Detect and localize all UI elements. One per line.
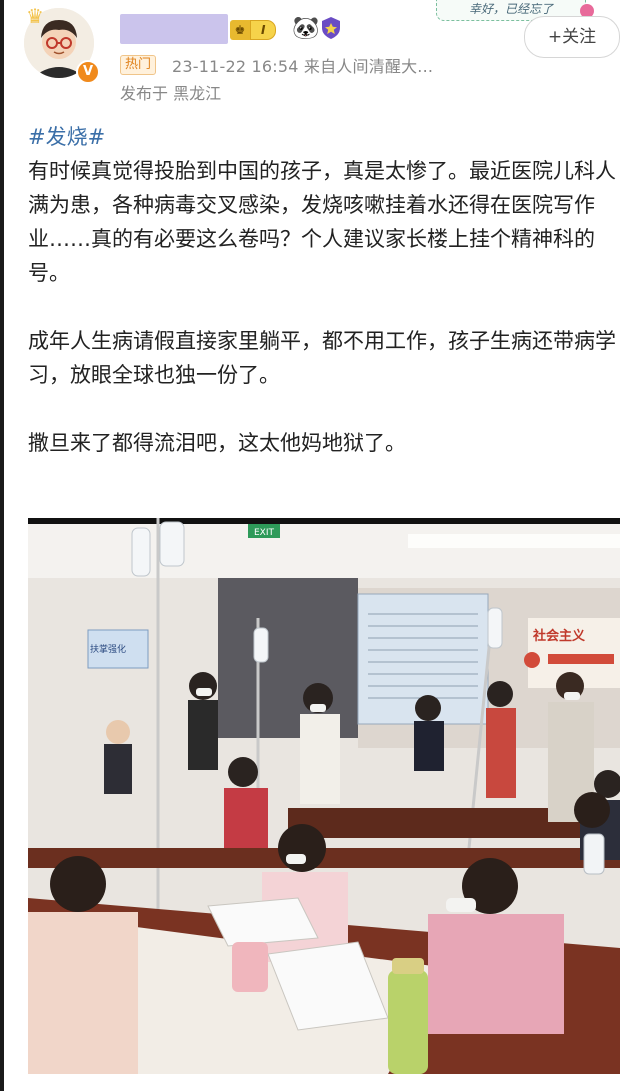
- rank-level: I: [250, 20, 277, 40]
- username-redacted[interactable]: [120, 14, 228, 44]
- shield-icon: [322, 17, 340, 39]
- post-meta[interactable]: 23-11-22 16:54 来自人间清醒大...: [172, 53, 433, 77]
- post-content: #发烧# 有时候真觉得投胎到中国的孩子，真是太惨了。最近医院儿科人满为患，各种病…: [28, 120, 620, 460]
- verified-badge: V: [76, 60, 100, 84]
- rank-badge: ♚ I: [230, 20, 277, 40]
- wall-sign-text: 社会主义: [532, 628, 586, 644]
- post-location: 发布于 黑龙江: [120, 84, 222, 103]
- crown-icon: ♛: [26, 4, 44, 28]
- left-edge-strip: [0, 0, 4, 1091]
- board-sign: 扶掌强化: [90, 643, 126, 655]
- exit-sign: EXIT: [254, 528, 275, 538]
- post-paragraph-1: 有时候真觉得投胎到中国的孩子，真是太惨了。最近医院儿科人满为患，各种病毒交叉感染…: [28, 159, 616, 285]
- follow-button[interactable]: +关注: [524, 16, 620, 58]
- post-paragraph-3: 撒旦来了都得流泪吧，这太他妈地狱了。: [28, 431, 406, 455]
- post-photo[interactable]: EXIT 社会主义 扶掌强化: [28, 518, 620, 1074]
- avatar[interactable]: ♛ V: [24, 4, 100, 84]
- hot-tag: 热门: [120, 55, 157, 75]
- panda-icon: 🐼: [292, 16, 320, 41]
- rank-crown-icon: ♚: [230, 20, 250, 40]
- post-paragraph-2: 成年人生病请假直接家里躺平，都不用工作，孩子生病还带病学习，放眼全球也独一份了。: [28, 329, 616, 387]
- hashtag-link[interactable]: #发烧#: [28, 120, 620, 154]
